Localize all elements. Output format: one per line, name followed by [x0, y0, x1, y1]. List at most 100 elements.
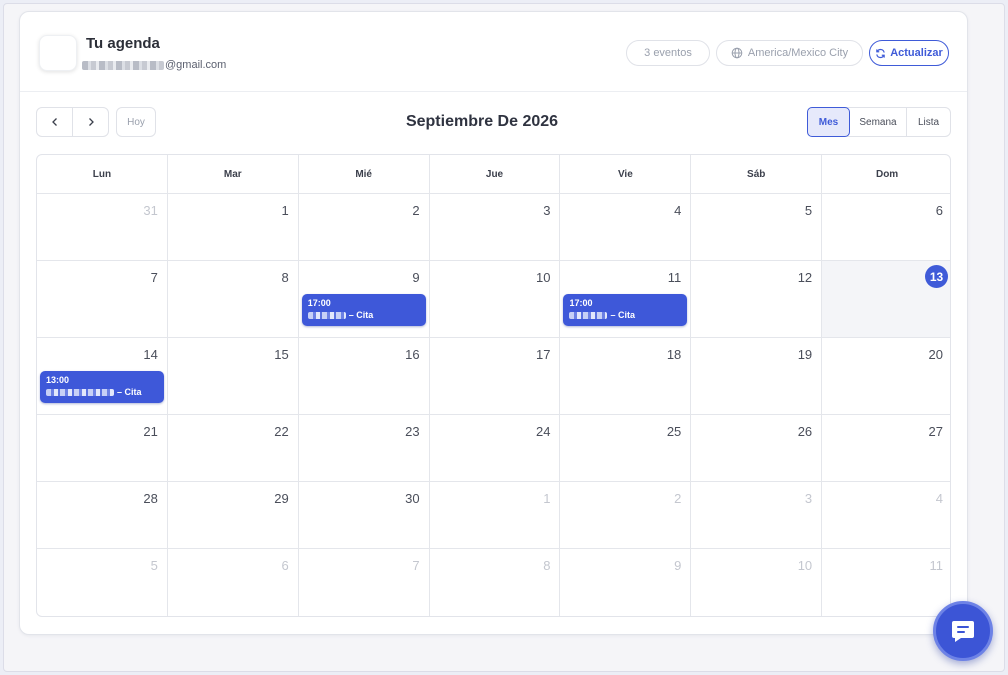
- day-cell[interactable]: 3: [690, 482, 821, 548]
- day-cell[interactable]: 24: [428, 415, 560, 481]
- day-number: 1: [543, 491, 551, 506]
- day-number: 3: [543, 203, 551, 218]
- day-cell[interactable]: 8: [428, 549, 560, 616]
- day-number: 8: [543, 558, 551, 573]
- day-cell[interactable]: 6: [166, 549, 298, 616]
- day-cell[interactable]: 2: [559, 482, 690, 548]
- day-cell[interactable]: 31: [37, 194, 167, 260]
- globe-icon: [731, 47, 743, 59]
- day-cell[interactable]: 25: [559, 415, 690, 481]
- day-number: 9: [412, 270, 420, 285]
- day-number: 6: [281, 558, 289, 573]
- day-cell[interactable]: 8: [166, 261, 298, 337]
- day-cell[interactable]: 16: [297, 338, 429, 414]
- weekday-header: Mié: [297, 155, 429, 193]
- day-cell[interactable]: 23: [297, 415, 429, 481]
- day-cell[interactable]: 18: [559, 338, 690, 414]
- day-number: 10: [535, 270, 551, 285]
- day-number: 28: [143, 491, 158, 506]
- weekday-header: Lun: [92, 168, 112, 180]
- day-number: 21: [143, 424, 158, 439]
- day-number: 22: [274, 424, 289, 439]
- week-row: 21 22 23 24 25 26 27: [37, 414, 950, 481]
- day-cell[interactable]: 9: [559, 549, 690, 616]
- day-cell[interactable]: 2: [297, 194, 429, 260]
- refresh-button[interactable]: Actualizar: [869, 40, 949, 66]
- day-cell[interactable]: 1: [428, 482, 560, 548]
- refresh-icon: [876, 48, 885, 58]
- day-cell[interactable]: 14 13:00 – Cita: [37, 338, 167, 414]
- day-number: 11: [667, 270, 682, 285]
- email-domain: @gmail.com: [165, 59, 227, 71]
- day-cell[interactable]: 9 17:00 – Cita: [297, 261, 429, 337]
- day-number: 19: [797, 347, 813, 362]
- day-number: 5: [150, 558, 158, 573]
- redacted-client-name: [307, 312, 346, 319]
- day-cell[interactable]: 29: [166, 482, 298, 548]
- day-number: 6: [935, 203, 944, 218]
- day-number: 26: [797, 424, 813, 439]
- day-number: 11: [929, 558, 944, 573]
- day-cell[interactable]: 3: [428, 194, 560, 260]
- redacted-email-name: [82, 60, 164, 70]
- events-count-badge: 3 eventos: [626, 40, 710, 66]
- day-cell[interactable]: 21: [37, 415, 167, 481]
- day-cell[interactable]: 7: [297, 549, 429, 616]
- day-cell[interactable]: 28: [37, 482, 167, 548]
- page-title: Tu agenda: [86, 35, 160, 52]
- weekday-header: Sáb: [690, 155, 821, 193]
- calendar-event[interactable]: 17:00 – Cita: [301, 294, 426, 326]
- week-row: 31 1 2 3 4 5 6: [37, 193, 950, 260]
- agenda-header: Tu agenda @gmail.com 3 eventos America/M…: [20, 12, 967, 92]
- day-cell[interactable]: 12: [690, 261, 821, 337]
- day-cell-today[interactable]: 13: [821, 261, 950, 337]
- user-email: @gmail.com: [82, 59, 226, 71]
- day-number: 4: [674, 203, 682, 218]
- event-time: 13:00: [46, 375, 70, 385]
- day-cell[interactable]: 11 17:00 – Cita: [559, 261, 690, 337]
- day-number: 12: [797, 270, 813, 285]
- agenda-card: Tu agenda @gmail.com 3 eventos America/M…: [19, 11, 968, 635]
- day-number: 4: [935, 491, 944, 506]
- calendar-event[interactable]: 17:00 – Cita: [563, 294, 688, 326]
- day-cell[interactable]: 27: [821, 415, 950, 481]
- day-cell[interactable]: 15: [166, 338, 298, 414]
- day-cell[interactable]: 11: [821, 549, 950, 616]
- day-cell[interactable]: 7: [37, 261, 167, 337]
- day-cell[interactable]: 10: [690, 549, 821, 616]
- day-cell[interactable]: 22: [166, 415, 298, 481]
- week-row: 14 13:00 – Cita 15 16 17 18 19 20: [37, 337, 950, 414]
- day-cell[interactable]: 17: [428, 338, 560, 414]
- day-cell[interactable]: 4: [821, 482, 950, 548]
- month-grid: Lun Mar Mié Jue Vie Sáb Dom 31 1 2 3 4 5 6 7 8 9 17:00– …: [36, 154, 951, 617]
- day-number: 5: [804, 203, 813, 218]
- day-cell[interactable]: 30: [297, 482, 429, 548]
- day-cell[interactable]: 4: [559, 194, 690, 260]
- day-cell[interactable]: 10: [428, 261, 560, 337]
- day-number: 14: [143, 347, 158, 362]
- view-list-button[interactable]: Lista: [907, 108, 950, 136]
- day-number: 2: [674, 491, 682, 506]
- view-switcher: Mes Semana Lista: [807, 107, 951, 137]
- day-number: 9: [674, 558, 682, 573]
- day-number: 31: [143, 203, 158, 218]
- chat-button[interactable]: [933, 601, 993, 661]
- day-cell[interactable]: 20: [821, 338, 950, 414]
- calendar-event[interactable]: 13:00 – Cita: [40, 371, 164, 403]
- calendar-toolbar: Hoy Septiembre De 2026 Mes Semana Lista: [20, 92, 967, 154]
- event-label: – Cita: [117, 387, 142, 397]
- day-cell[interactable]: 5: [690, 194, 821, 260]
- day-number: 24: [535, 424, 551, 439]
- event-title: – Cita: [46, 386, 158, 399]
- day-cell[interactable]: 19: [690, 338, 821, 414]
- event-time: 17:00: [307, 298, 331, 308]
- day-number: 16: [405, 347, 420, 362]
- view-month-button[interactable]: Mes: [807, 107, 850, 137]
- day-cell[interactable]: 6: [821, 194, 950, 260]
- day-cell[interactable]: 26: [690, 415, 821, 481]
- event-title: – Cita: [569, 309, 681, 322]
- view-week-button[interactable]: Semana: [850, 108, 907, 136]
- day-cell[interactable]: 5: [37, 549, 167, 616]
- avatar: [39, 35, 77, 71]
- day-cell[interactable]: 1: [166, 194, 298, 260]
